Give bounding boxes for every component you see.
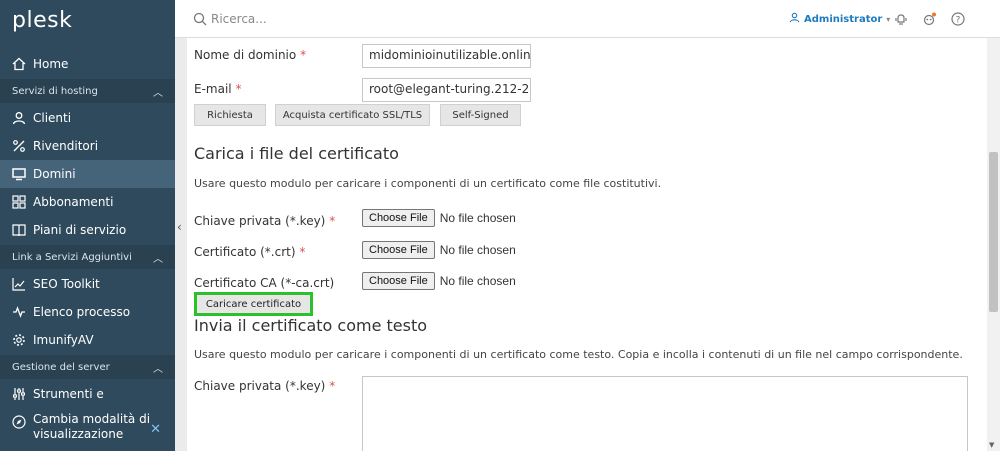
main-content: Nome di dominio * midominioinutilizable.… (187, 38, 987, 451)
sidebar-item-label: Cambia modalità di visualizzazione (33, 412, 151, 441)
sidebar-item-imunifyav[interactable]: ImunifyAV (0, 326, 175, 354)
private-key-text-label: Chiave privata (*.key) * (194, 379, 336, 393)
sidebar-collapse-handle[interactable]: ‹ (175, 38, 187, 451)
gear-icon (12, 333, 26, 347)
percent-icon (12, 139, 26, 153)
sidebar-item-cambia-modalita[interactable]: Cambia modalità di visualizzazione ✕ (0, 412, 175, 448)
sidebar-item-label: Rivenditori (33, 139, 99, 153)
sidebar-item-domini[interactable]: Domini (0, 160, 175, 188)
sidebar-item-label: Clienti (33, 111, 72, 125)
sidebar-item-label: Home (33, 57, 69, 71)
private-key-file-input: Choose File No file chosen (362, 209, 516, 227)
certificate-file-input: Choose File No file chosen (362, 241, 516, 259)
sidebar-item-seo-toolkit[interactable]: SEO Toolkit (0, 270, 175, 298)
svg-text:?: ? (956, 16, 961, 26)
buy-certificate-button[interactable]: Acquista certificato SSL/TLS (275, 104, 430, 126)
home-icon (12, 57, 26, 71)
chevron-up-icon: ︿ (153, 363, 163, 375)
private-key-textarea[interactable] (362, 376, 968, 451)
upload-text-description: Usare questo modulo per caricare i compo… (194, 348, 963, 361)
sidebar-item-strumenti[interactable]: Strumenti e (0, 380, 175, 408)
section-links[interactable]: Link a Servizi Aggiuntivi ︿ (0, 245, 175, 269)
file-status: No file chosen (439, 274, 516, 288)
book-icon (12, 223, 26, 237)
sidebar-item-label: Abbonamenti (33, 195, 114, 209)
grid-icon (12, 195, 26, 209)
sidebar-item-label: Strumenti e (33, 387, 104, 401)
chevron-up-icon: ︿ (153, 253, 163, 265)
section-server[interactable]: Gestione del server ︿ (0, 355, 175, 379)
choose-file-button[interactable]: Choose File (362, 241, 435, 259)
ca-certificate-label: Certificato CA (*-ca.crt) (194, 276, 335, 290)
user-name: Administrator (804, 13, 883, 25)
sidebar-item-rivenditori[interactable]: Rivenditori (0, 132, 175, 160)
private-key-label: Chiave privata (*.key) * (194, 214, 336, 228)
plesk-logo[interactable]: plesk (12, 8, 72, 33)
sidebar-item-elenco-processo[interactable]: Elenco processo (0, 298, 175, 326)
scroll-down-icon[interactable]: ▼ (989, 441, 994, 449)
upload-text-title: Invia il certificato come testo (194, 316, 428, 335)
section-label: Link a Servizi Aggiuntivi (12, 251, 132, 263)
ca-certificate-file-input: Choose File No file chosen (362, 272, 516, 290)
upload-files-description: Usare questo modulo per caricare i compo… (194, 177, 662, 190)
section-label: Gestione del server (12, 361, 110, 373)
choose-file-button[interactable]: Choose File (362, 272, 435, 290)
email-label: E-mail * (194, 82, 242, 96)
email-field[interactable]: root@elegant-turing.212-227-2 (362, 78, 531, 102)
compass-icon (12, 415, 26, 429)
bug-report-icon[interactable] (922, 11, 936, 26)
sidebar: plesk Home Servizi di hosting ︿ Clienti … (0, 0, 175, 451)
request-button[interactable]: Richiesta (194, 104, 266, 126)
section-hosting[interactable]: Servizi di hosting ︿ (0, 79, 175, 103)
section-label: Servizi di hosting (12, 85, 98, 97)
notification-icon[interactable] (894, 11, 908, 25)
sidebar-item-label: SEO Toolkit (33, 277, 100, 291)
chevron-left-icon: ‹ (177, 220, 182, 234)
user-icon (789, 12, 800, 26)
search-icon (193, 11, 207, 30)
chart-icon (12, 277, 26, 291)
file-status: No file chosen (439, 243, 516, 257)
close-icon[interactable]: ✕ (150, 422, 161, 437)
monitor-icon (12, 167, 26, 181)
chevron-up-icon: ︿ (153, 87, 163, 99)
sidebar-item-piani[interactable]: Piani di servizio (0, 216, 175, 244)
user-icon (12, 111, 26, 125)
sidebar-item-home[interactable]: Home (0, 50, 175, 78)
help-icon[interactable]: ? (951, 11, 965, 26)
choose-file-button[interactable]: Choose File (362, 209, 435, 227)
file-status: No file chosen (439, 211, 516, 225)
scrollbar-thumb[interactable] (989, 152, 998, 312)
domain-field[interactable]: midominioinutilizable.online (362, 44, 531, 68)
sidebar-item-label: Piani di servizio (33, 223, 127, 237)
sidebar-item-label: Elenco processo (33, 305, 131, 319)
user-menu[interactable]: Administrator ▾ (789, 12, 890, 26)
activity-icon (12, 305, 26, 319)
chevron-down-icon: ▾ (886, 14, 891, 24)
sidebar-item-abbonamenti[interactable]: Abbonamenti (0, 188, 175, 216)
top-bar: Administrator ▾ ? (175, 0, 1000, 38)
sidebar-item-clienti[interactable]: Clienti (0, 104, 175, 132)
certificate-label: Certificato (*.crt) * (194, 245, 306, 259)
search-input[interactable] (211, 9, 411, 29)
domain-label: Nome di dominio * (194, 48, 307, 62)
page-scrollbar[interactable]: ▼ (987, 38, 1000, 451)
upload-certificate-button[interactable]: Caricare certificato (194, 292, 313, 316)
sliders-icon (12, 387, 26, 401)
self-signed-button[interactable]: Self-Signed (440, 104, 521, 126)
sidebar-item-label: Domini (33, 167, 76, 181)
upload-files-title: Carica i file del certificato (194, 144, 399, 163)
sidebar-item-label: ImunifyAV (33, 333, 94, 347)
